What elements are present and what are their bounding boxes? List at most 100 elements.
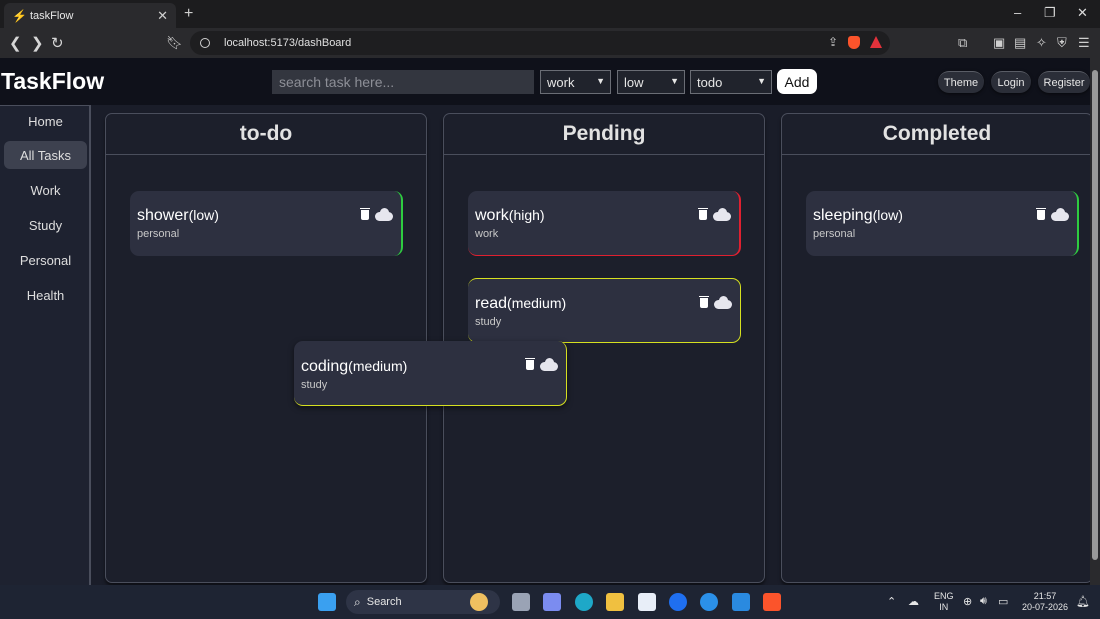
- volume-icon[interactable]: 🔊︎: [980, 595, 987, 608]
- trash-icon[interactable]: [698, 208, 708, 220]
- app-logo: TaskFlow: [1, 68, 105, 94]
- back-icon[interactable]: ❮: [9, 34, 22, 52]
- browser-tab-bar: ⚡ taskFlow ✕ + – ❐ ✕: [0, 0, 1100, 28]
- file-explorer-icon[interactable]: [606, 593, 624, 611]
- forward-icon[interactable]: ❯: [31, 34, 44, 52]
- brave-rewards-icon[interactable]: [870, 36, 882, 48]
- status-select[interactable]: todo ▼: [690, 70, 772, 94]
- task-title: sleeping(low): [813, 207, 903, 224]
- task-title: coding(medium): [301, 358, 408, 375]
- column-completed[interactable]: Completed sleeping(low) personal: [781, 113, 1093, 583]
- trash-icon[interactable]: [360, 208, 370, 220]
- cloud-icon[interactable]: [375, 208, 393, 221]
- screenshot-icon[interactable]: ⧉: [958, 35, 967, 51]
- category-select-value: work: [547, 74, 575, 90]
- app-viewport: TaskFlow work ▼ low ▼ todo ▼ Add Theme L…: [0, 58, 1093, 585]
- search-input[interactable]: [272, 70, 534, 94]
- vscode-icon[interactable]: [732, 593, 750, 611]
- column-title: to-do: [106, 114, 426, 155]
- tab-title: taskFlow: [30, 9, 74, 22]
- chevron-down-icon: ▼: [670, 76, 679, 86]
- page-scrollbar[interactable]: [1090, 58, 1100, 585]
- minimize-button[interactable]: –: [1014, 5, 1021, 20]
- browser-tab[interactable]: ⚡ taskFlow ✕: [4, 3, 176, 28]
- chevron-down-icon: ▼: [596, 76, 605, 86]
- sidebar-item-work[interactable]: Work: [4, 176, 87, 204]
- url-text[interactable]: localhost:5173/dashBoard: [224, 37, 351, 49]
- address-bar[interactable]: localhost:5173/dashBoard ⇪: [190, 31, 890, 55]
- windows-start-icon[interactable]: [318, 593, 336, 611]
- sidebar-item-all-tasks[interactable]: All Tasks: [4, 141, 87, 169]
- notification-icon[interactable]: 🔔︎: [1076, 595, 1090, 608]
- column-title: Pending: [444, 114, 764, 155]
- chevron-up-icon[interactable]: ⌃: [887, 595, 896, 608]
- wallet-icon[interactable]: ▤: [1014, 35, 1026, 51]
- menu-icon[interactable]: ☰: [1078, 35, 1090, 51]
- task-category: work: [475, 228, 499, 240]
- cloud-icon[interactable]: [713, 208, 731, 221]
- trash-icon[interactable]: [699, 296, 709, 308]
- site-info-icon[interactable]: [200, 38, 210, 48]
- new-tab-button[interactable]: +: [184, 5, 193, 23]
- sidebar-item-home[interactable]: Home: [4, 107, 87, 135]
- onedrive-icon[interactable]: ☁: [908, 595, 919, 608]
- trash-icon[interactable]: [525, 358, 535, 370]
- windows-taskbar: ⌕ Search ⌃ ☁ ENG IN ⊕ 🔊︎ ▭ 21:57 20-07-2…: [0, 585, 1100, 619]
- column-title: Completed: [782, 114, 1092, 155]
- language-indicator[interactable]: ENG IN: [934, 591, 954, 613]
- task-category: study: [301, 379, 328, 391]
- sidebar: Home All Tasks Work Study Personal Healt…: [0, 105, 91, 585]
- task-title: read(medium): [475, 295, 567, 312]
- status-select-value: todo: [697, 74, 723, 90]
- add-task-button[interactable]: Add: [777, 69, 817, 94]
- priority-select[interactable]: low ▼: [617, 70, 685, 94]
- sidebar-toggle-icon[interactable]: ▣: [993, 35, 1005, 51]
- brave-shields-icon[interactable]: [848, 36, 860, 49]
- taskbar-search-label: Search: [366, 596, 402, 608]
- weather-icon: [470, 593, 488, 611]
- cloud-icon[interactable]: [714, 296, 732, 309]
- battery-icon[interactable]: ▭: [998, 595, 1008, 608]
- task-category: study: [475, 316, 502, 328]
- vpn-shield-icon[interactable]: ⛨: [1057, 35, 1067, 51]
- copilot-icon[interactable]: [543, 593, 561, 611]
- task-card-work[interactable]: work(high) work: [468, 191, 741, 256]
- login-button[interactable]: Login: [991, 71, 1031, 93]
- scrollbar-thumb[interactable]: [1092, 70, 1098, 560]
- network-icon[interactable]: ⊕: [963, 595, 972, 608]
- task-card-coding-dragging[interactable]: coding(medium) study: [294, 341, 567, 406]
- bookmark-icon[interactable]: 🔖︎: [166, 35, 183, 51]
- brave-browser-icon[interactable]: [763, 593, 781, 611]
- taskflow-favicon-icon: ⚡: [12, 8, 27, 23]
- cloud-icon[interactable]: [1051, 208, 1069, 221]
- app-header: TaskFlow work ▼ low ▼ todo ▼ Add Theme L…: [0, 58, 1090, 105]
- cloud-icon[interactable]: [540, 358, 558, 371]
- task-view-icon[interactable]: [512, 593, 530, 611]
- tab-close-icon[interactable]: ✕: [157, 8, 168, 24]
- theme-button[interactable]: Theme: [938, 71, 984, 93]
- store-icon[interactable]: [638, 593, 656, 611]
- help-icon[interactable]: [700, 593, 718, 611]
- edge-icon[interactable]: [575, 593, 593, 611]
- sidebar-item-study[interactable]: Study: [4, 211, 87, 239]
- sidebar-item-personal[interactable]: Personal: [4, 246, 87, 274]
- task-card-shower[interactable]: shower(low) personal: [130, 191, 403, 256]
- share-icon[interactable]: ⇪: [828, 35, 838, 49]
- sidebar-item-health[interactable]: Health: [4, 281, 87, 309]
- hp-icon[interactable]: [669, 593, 687, 611]
- clock[interactable]: 21:57 20-07-2026: [1022, 591, 1068, 613]
- category-select[interactable]: work ▼: [540, 70, 611, 94]
- taskbar-search[interactable]: ⌕ Search: [346, 590, 500, 614]
- leo-ai-icon[interactable]: ✧: [1036, 35, 1047, 51]
- reload-icon[interactable]: ↻: [51, 34, 64, 52]
- restore-button[interactable]: ❐: [1044, 5, 1056, 21]
- chevron-down-icon: ▼: [757, 76, 766, 86]
- browser-toolbar: ❮ ❯ ↻ 🔖︎ localhost:5173/dashBoard ⇪ ⧉ ▣ …: [0, 28, 1100, 58]
- register-button[interactable]: Register: [1038, 71, 1090, 93]
- close-window-button[interactable]: ✕: [1077, 5, 1088, 21]
- trash-icon[interactable]: [1036, 208, 1046, 220]
- task-category: personal: [137, 228, 180, 240]
- task-title: shower(low): [137, 207, 219, 224]
- task-card-sleeping[interactable]: sleeping(low) personal: [806, 191, 1079, 256]
- task-card-read[interactable]: read(medium) study: [468, 278, 741, 343]
